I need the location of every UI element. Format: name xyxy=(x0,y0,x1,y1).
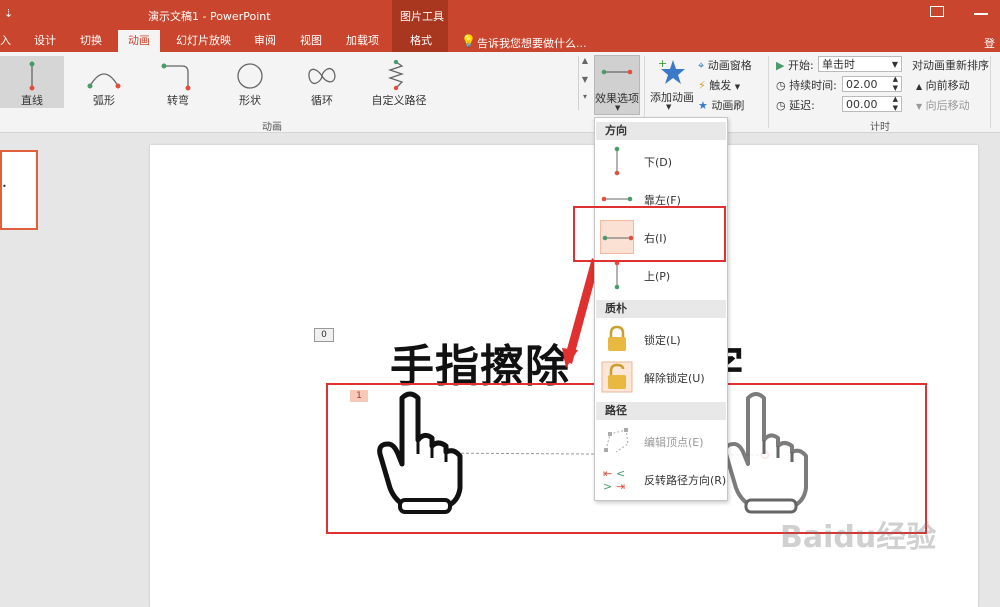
effect-options-menu: 方向 下(D) 靠左(F) 右(I) 上(P) 质朴 锁定(L) 解除锁定(U)… xyxy=(594,117,728,501)
svg-text:<: < xyxy=(616,467,625,480)
menu-item-down[interactable]: 下(D) xyxy=(596,142,726,180)
unlock-icon xyxy=(601,361,633,393)
annotation-arrowhead-icon xyxy=(562,348,578,368)
menu-item-lock[interactable]: 锁定(L) xyxy=(596,320,726,358)
menu-item-unlock-label: 解除锁定(U) xyxy=(644,372,705,385)
menu-item-lock-label: 锁定(L) xyxy=(644,334,681,347)
menu-item-down-label: 下(D) xyxy=(644,156,673,169)
path-up-icon xyxy=(614,260,620,290)
menu-header-path: 路径 xyxy=(596,402,726,420)
menu-header-direction: 方向 xyxy=(596,122,726,140)
menu-item-up-label: 上(P) xyxy=(644,270,671,283)
reverse-path-icon: ⇤ < > ⇥ xyxy=(603,467,625,493)
menu-item-reverse-path-label: 反转路径方向(R) xyxy=(644,474,727,487)
highlight-box-right-option xyxy=(573,206,726,262)
menu-item-edit-points-label: 编辑顶点(E) xyxy=(644,436,704,449)
svg-text:>: > xyxy=(603,480,612,493)
edit-points-icon xyxy=(604,428,629,453)
svg-text:⇤: ⇤ xyxy=(603,467,612,480)
svg-text:⇥: ⇥ xyxy=(616,480,625,493)
menu-item-edit-points[interactable]: 编辑顶点(E) xyxy=(596,422,726,460)
menu-item-reverse-path[interactable]: ⇤ < > ⇥ 反转路径方向(R) xyxy=(596,460,726,498)
lock-icon xyxy=(608,325,626,351)
menu-item-unlock[interactable]: 解除锁定(U) xyxy=(596,358,726,396)
path-down-icon xyxy=(614,146,620,176)
menu-header-origin: 质朴 xyxy=(596,300,726,318)
watermark: Baidu经验 xyxy=(780,520,937,555)
